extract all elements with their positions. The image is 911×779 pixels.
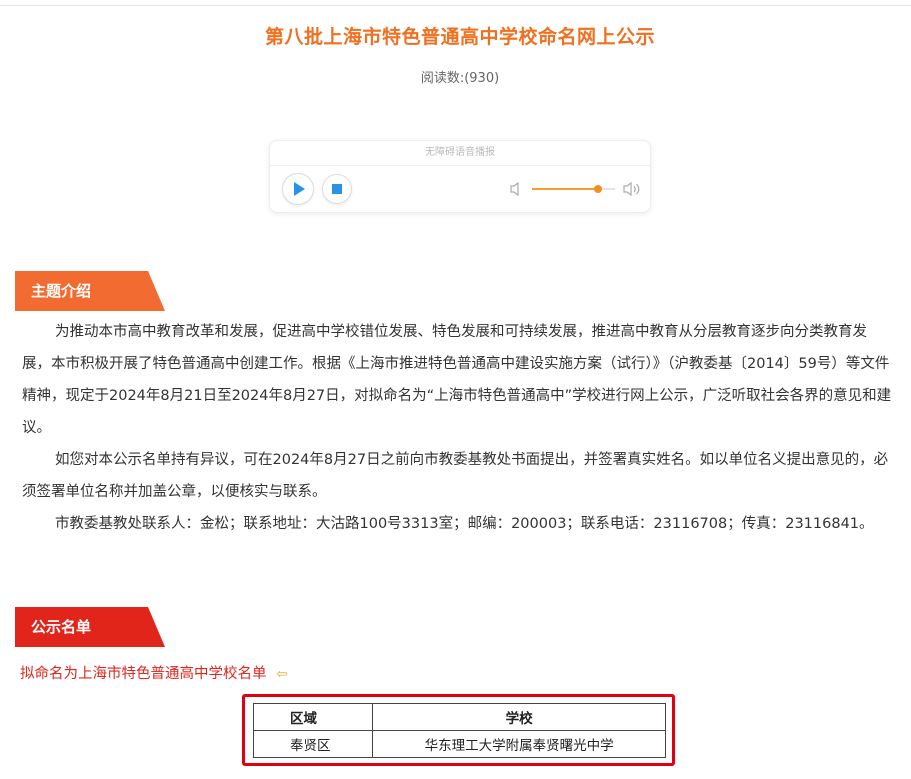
page-title: 第八批上海市特色普通高中学校命名网上公示 [264, 26, 655, 48]
play-icon[interactable] [282, 173, 314, 205]
volume-slider[interactable] [532, 185, 615, 193]
list-subtitle[interactable]: 拟命名为上海市特色普通高中学校名单 [20, 666, 267, 682]
cell-school: 华东理工大学附属奉贤曙光中学 [372, 730, 666, 758]
top-divider [0, 5, 911, 6]
volume-high-icon[interactable] [623, 181, 641, 197]
intro-paragraph: 为推动本市高中教育改革和发展，促进高中学校错位发展、特色发展和可持续发展，推进高… [22, 324, 892, 436]
column-header-school: 学校 [372, 703, 666, 731]
intro-paragraph: 市教委基教处联系人：金松；联系地址：大沽路100号3313室；邮编：200003… [55, 516, 874, 532]
school-list-table: 区域 学校 奉贤区 华东理工大学附属奉贤曙光中学 [252, 703, 666, 758]
volume-fill [532, 188, 599, 190]
player-header: 无障碍语音播报 [270, 141, 650, 166]
volume-low-icon[interactable] [510, 181, 524, 197]
cell-district: 奉贤区 [252, 730, 374, 758]
read-count: 阅读数:(930) [420, 71, 500, 86]
section-tab-intro: 主题介绍 [15, 271, 165, 311]
stop-icon[interactable] [322, 174, 352, 204]
intro-paragraph: 如您对本公示名单持有异议，可在2024年8月27日之前向市教委基教处书面提出，并… [22, 452, 889, 500]
list-subtitle-link[interactable]: 拟命名为上海市特色普通高中学校名单 ⇦ [20, 662, 287, 683]
table-header-row: 区域 学校 [252, 703, 666, 731]
table-row: 奉贤区 华东理工大学附属奉贤曙光中学 [252, 730, 666, 758]
column-header-district: 区域 [252, 703, 374, 731]
audio-player: 无障碍语音播报 [269, 140, 651, 213]
section-tab-list: 公示名单 [15, 607, 165, 647]
intro-body: 为推动本市高中教育改革和发展，促进高中学校错位发展、特色发展和可持续发展，推进高… [22, 316, 892, 540]
volume-knob[interactable] [594, 185, 603, 193]
arrow-left-icon: ⇦ [276, 667, 288, 682]
